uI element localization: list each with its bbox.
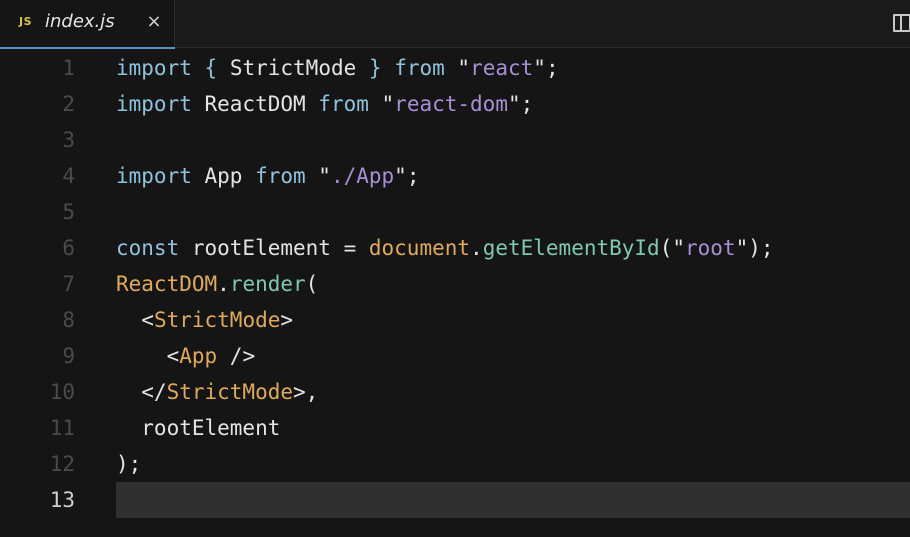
line-number: 11 [49, 416, 75, 440]
code-area[interactable]: 1 import { StrictMode } from "react"; 2 imp… [0, 50, 910, 537]
code-token: rootElement [116, 416, 281, 440]
code-token: . [217, 272, 230, 296]
code-token: (" [659, 236, 685, 260]
code-token: from [255, 164, 306, 188]
code-token: > [280, 308, 294, 332]
current-line-highlight [116, 482, 910, 518]
code-token: import [116, 92, 192, 116]
code-token: /> [217, 344, 256, 368]
code-token: getElementById [482, 236, 660, 260]
code-text: rootElement [116, 410, 280, 446]
line-number: 4 [62, 164, 75, 188]
code-line[interactable]: 4 import App from "./App"; [0, 158, 910, 194]
code-token: document [368, 236, 471, 260]
code-token: App [179, 344, 218, 368]
code-text: ); [116, 446, 141, 482]
code-token: ReactDOM [191, 92, 319, 116]
code-text: </StrictMode>, [116, 374, 318, 410]
code-text: const rootElement = document.getElementB… [116, 230, 774, 266]
code-token: " [444, 56, 471, 80]
line-number: 7 [62, 272, 75, 296]
code-line[interactable]: 2 import ReactDOM from "react-dom"; [0, 86, 910, 122]
code-line[interactable]: 6 const rootElement = document.getElement… [0, 230, 910, 266]
code-token: import [116, 164, 192, 188]
code-token: ); [116, 452, 142, 476]
code-editor: JS index.js × 1 import { StrictMode } fro… [0, 0, 910, 537]
line-number: 6 [62, 236, 75, 260]
line-number: 2 [62, 92, 75, 116]
code-token: } [368, 56, 382, 80]
code-token: ( [305, 272, 319, 296]
code-line[interactable]: 3 [0, 122, 910, 158]
line-number: 5 [62, 200, 75, 224]
close-icon[interactable]: × [144, 11, 164, 33]
code-token: react [470, 56, 534, 80]
code-text: import { StrictMode } from "react"; [116, 50, 559, 86]
code-line[interactable]: 8 <StrictMode> [0, 302, 910, 338]
code-line[interactable]: 9 <App /> [0, 338, 910, 374]
code-line[interactable]: 12); [0, 446, 910, 482]
code-line[interactable]: 7 ReactDOM.render( [0, 266, 910, 302]
code-token: StrictMode [217, 56, 369, 80]
code-token: < [116, 344, 180, 368]
line-number: 1 [62, 56, 75, 80]
code-line[interactable]: 5 [0, 194, 910, 230]
code-line[interactable]: 13 [0, 482, 910, 518]
line-number: 3 [62, 128, 75, 152]
tab-bar: JS index.js × [0, 0, 910, 49]
code-token: < [116, 308, 154, 332]
code-text: import ReactDOM from "react-dom"; [116, 86, 533, 122]
code-line[interactable]: 11 rootElement [0, 410, 910, 446]
code-token: from [318, 92, 369, 116]
code-text: <StrictMode> [116, 302, 293, 338]
code-token: "; [394, 164, 420, 188]
code-token: " [305, 164, 331, 188]
code-token: react-dom [394, 92, 508, 116]
code-token: " [368, 92, 395, 116]
code-text: ReactDOM.render( [116, 266, 318, 302]
code-text: import App from "./App"; [116, 158, 419, 194]
code-line[interactable]: 1 import { StrictMode } from "react"; [0, 50, 910, 86]
code-token: render [229, 272, 306, 296]
code-token: import [116, 56, 192, 80]
code-token: >, [293, 380, 319, 404]
line-number: 9 [62, 344, 75, 368]
line-number: 10 [49, 380, 75, 404]
code-token: "; [507, 92, 534, 116]
code-token: </ [116, 380, 167, 404]
code-token: "; [533, 56, 559, 80]
code-token: const [116, 236, 180, 260]
tab-index-js[interactable]: JS index.js × [0, 0, 175, 49]
tab-label: index.js [45, 11, 115, 32]
code-token: . [470, 236, 483, 260]
code-token: ReactDOM [116, 272, 218, 296]
javascript-file-icon: JS [19, 15, 33, 28]
code-token: rootElement = [179, 236, 369, 260]
code-token: StrictMode [166, 380, 294, 404]
code-token: StrictMode [153, 308, 281, 332]
code-token: "); [735, 236, 774, 260]
active-tab-indicator [0, 47, 175, 49]
code-token: root [685, 236, 736, 260]
code-token: ./App [330, 164, 395, 188]
line-number: 12 [49, 452, 75, 476]
code-token: { [204, 56, 218, 80]
line-number: 8 [62, 308, 75, 332]
code-text: <App /> [116, 338, 256, 374]
split-editor-icon[interactable] [893, 14, 910, 32]
line-number: 13 [49, 488, 75, 512]
code-line[interactable]: 10 </StrictMode>, [0, 374, 910, 410]
code-token: from [394, 56, 445, 80]
code-token: App [191, 164, 256, 188]
